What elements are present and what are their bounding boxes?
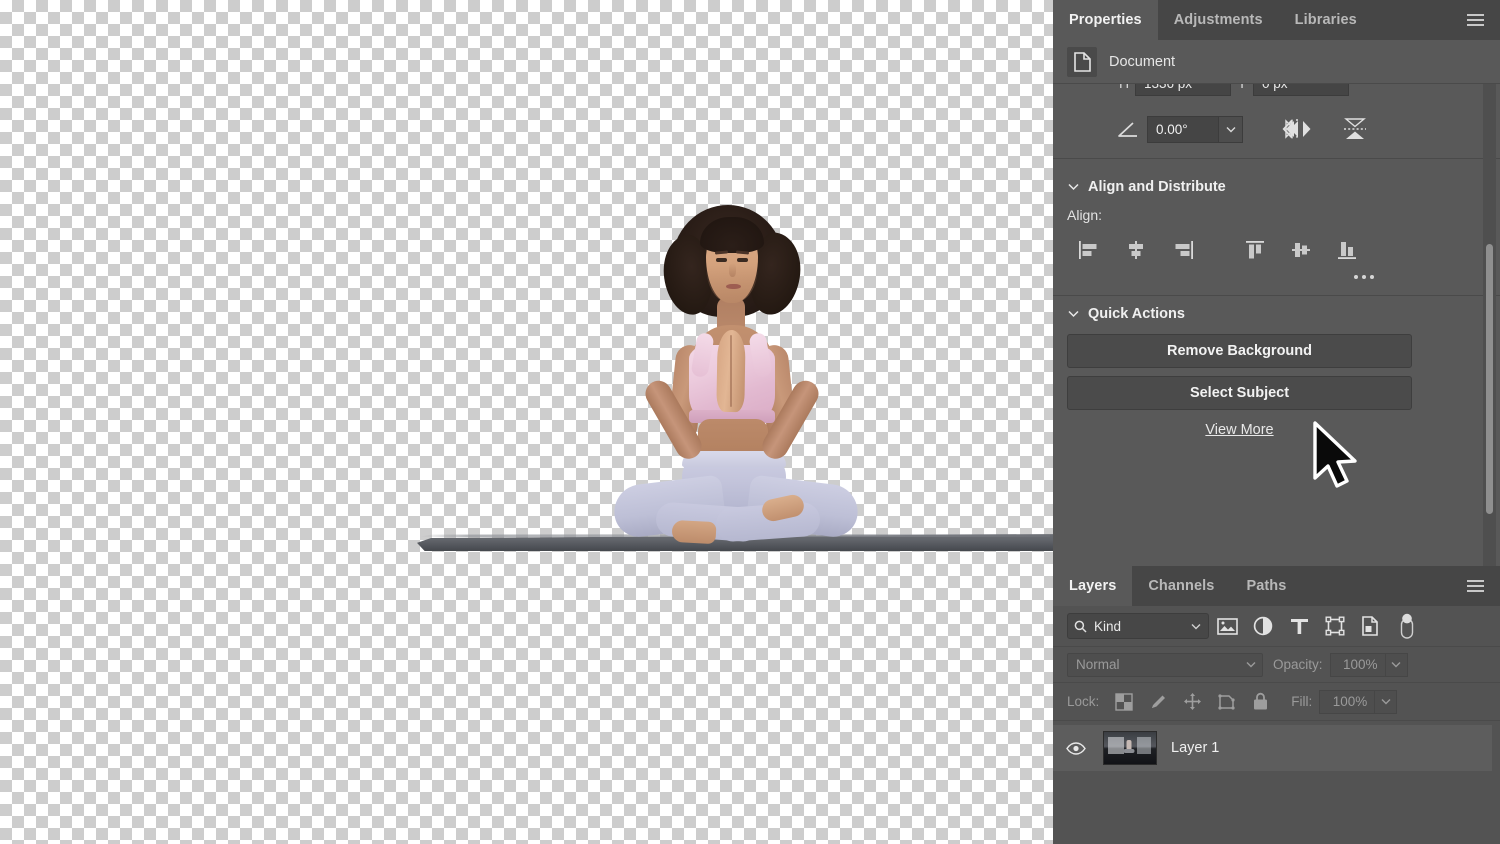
y-input[interactable]: 0 px: [1253, 84, 1349, 96]
eye-left: [716, 258, 727, 262]
document-icon: [1067, 47, 1097, 77]
layer-thumbnail: [1103, 731, 1157, 765]
subject-woman-lotus-pose: [620, 205, 930, 553]
remove-background-button[interactable]: Remove Background: [1067, 334, 1412, 368]
properties-panel: Properties Adjustments Libraries Documen…: [1053, 0, 1500, 566]
lock-position-icon[interactable]: [1175, 689, 1209, 715]
layer-name: Layer 1: [1171, 740, 1219, 756]
opacity-label: Opacity:: [1273, 657, 1323, 672]
blend-mode-value: Normal: [1076, 657, 1120, 672]
layer-filter-row: Kind: [1053, 606, 1500, 646]
tab-paths[interactable]: Paths: [1230, 566, 1302, 606]
chevron-down-icon: [1067, 181, 1079, 193]
image-canvas[interactable]: [0, 0, 1053, 844]
tab-libraries[interactable]: Libraries: [1279, 0, 1373, 40]
layer-kind-label: Kind: [1094, 619, 1121, 634]
align-section-header[interactable]: Align and Distribute: [1053, 169, 1500, 199]
hamburger-menu-icon[interactable]: [1451, 0, 1500, 40]
y-label: Y: [1231, 84, 1253, 91]
hands-crease: [730, 335, 732, 407]
lock-row: Lock:: [1053, 682, 1500, 720]
properties-tabbar: Properties Adjustments Libraries: [1053, 0, 1500, 40]
lock-transparent-pixels-icon[interactable]: [1107, 689, 1141, 715]
eye-icon[interactable]: [1053, 742, 1099, 755]
angle-dropdown-chevron-icon[interactable]: [1219, 116, 1243, 143]
tab-adjustments[interactable]: Adjustments: [1158, 0, 1279, 40]
tab-channels[interactable]: Channels: [1132, 566, 1230, 606]
angle-icon: [1115, 117, 1141, 141]
blend-mode-select[interactable]: Normal: [1067, 653, 1263, 677]
height-input[interactable]: 1336 px: [1135, 84, 1231, 96]
more-options-icon[interactable]: [1354, 275, 1374, 279]
chevron-down-icon: [1191, 623, 1201, 630]
align-vertical-centers-icon[interactable]: [1279, 233, 1325, 267]
opacity-dropdown-chevron-icon[interactable]: [1386, 653, 1408, 677]
align-bottom-edges-icon[interactable]: [1325, 233, 1371, 267]
properties-scrollbar-thumb[interactable]: [1486, 244, 1493, 514]
fill-dropdown-chevron-icon[interactable]: [1375, 690, 1397, 714]
pixel-layer-filter-icon[interactable]: [1209, 612, 1245, 640]
tabbar-spacer: [1302, 566, 1451, 606]
layer-kind-filter[interactable]: Kind: [1067, 613, 1209, 639]
align-top-edges-icon[interactable]: [1233, 233, 1279, 267]
align-label: Align:: [1053, 199, 1500, 225]
lock-all-icon[interactable]: [1243, 689, 1277, 715]
filter-toggle-switch[interactable]: [1389, 612, 1425, 640]
lock-image-pixels-icon[interactable]: [1141, 689, 1175, 715]
shape-layer-filter-icon[interactable]: [1317, 612, 1353, 640]
angle-input[interactable]: 0.00°: [1147, 116, 1219, 143]
layers-tabbar: Layers Channels Paths: [1053, 566, 1500, 606]
transform-angle-row: 0.00°: [1053, 106, 1500, 152]
flip-vertical-icon[interactable]: [1335, 114, 1375, 144]
adjustment-layer-filter-icon[interactable]: [1245, 612, 1281, 640]
tab-layers[interactable]: Layers: [1053, 566, 1132, 606]
document-label: Document: [1109, 54, 1175, 70]
layers-panel: Layers Channels Paths Kind: [1053, 566, 1500, 844]
flip-horizontal-icon[interactable]: [1277, 114, 1317, 144]
chevron-down-icon: [1067, 308, 1079, 320]
lock-artboard-nesting-icon[interactable]: [1209, 689, 1243, 715]
fill-label: Fill:: [1291, 694, 1312, 709]
right-panel-dock: Properties Adjustments Libraries Documen…: [1053, 0, 1500, 844]
lock-label: Lock:: [1067, 694, 1099, 709]
select-subject-button[interactable]: Select Subject: [1067, 376, 1412, 410]
blend-mode-row: Normal Opacity: 100%: [1053, 646, 1500, 682]
smart-object-filter-icon[interactable]: [1353, 612, 1389, 640]
chevron-down-icon: [1246, 661, 1256, 668]
height-label: H: [1113, 84, 1135, 91]
nose: [729, 263, 736, 277]
photoshop-window: Properties Adjustments Libraries Documen…: [0, 0, 1500, 844]
fill-input[interactable]: 100%: [1319, 690, 1375, 714]
quick-actions-header[interactable]: Quick Actions: [1053, 296, 1500, 326]
search-icon: [1074, 620, 1087, 633]
properties-scroll-area: H 1336 px Y 0 px 0.00°: [1053, 84, 1500, 566]
tabbar-spacer: [1373, 0, 1451, 40]
layer-list: Layer 1: [1053, 720, 1500, 771]
table-row[interactable]: Layer 1: [1053, 725, 1492, 771]
document-row: Document: [1053, 40, 1500, 84]
opacity-input[interactable]: 100%: [1330, 653, 1386, 677]
type-layer-filter-icon[interactable]: [1281, 612, 1317, 640]
hamburger-menu-icon[interactable]: [1451, 566, 1500, 606]
align-horizontal-centers-icon[interactable]: [1113, 233, 1159, 267]
align-more-row: [1053, 271, 1500, 289]
quick-actions-title: Quick Actions: [1088, 306, 1185, 322]
align-right-edges-icon[interactable]: [1159, 233, 1205, 267]
align-section-title: Align and Distribute: [1088, 179, 1226, 195]
align-buttons-group: [1053, 225, 1500, 271]
view-more-link[interactable]: View More: [1067, 422, 1412, 438]
transform-dimensions-row: H 1336 px Y 0 px: [1053, 84, 1500, 106]
foot-left: [671, 520, 716, 544]
eye-right: [737, 258, 748, 262]
align-left-edges-icon[interactable]: [1067, 233, 1113, 267]
section-spacer: [1053, 159, 1500, 169]
mouth: [726, 284, 741, 289]
tab-properties[interactable]: Properties: [1053, 0, 1158, 40]
